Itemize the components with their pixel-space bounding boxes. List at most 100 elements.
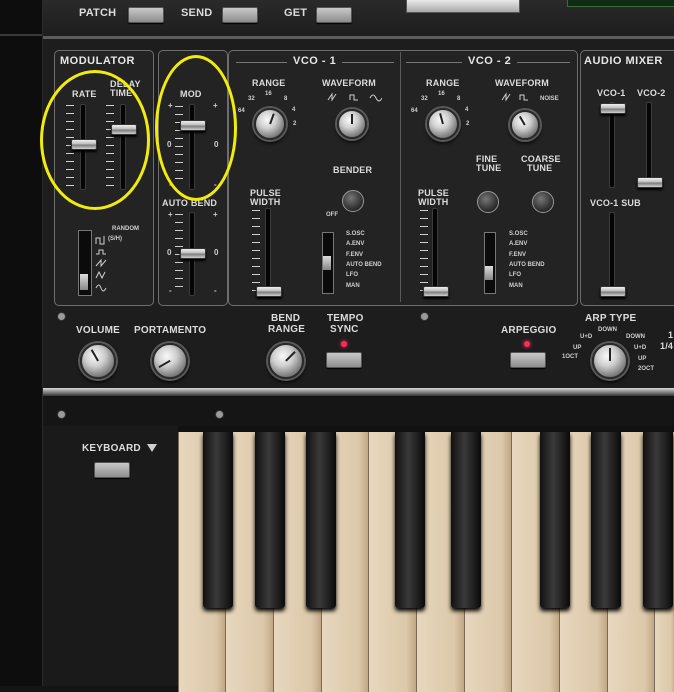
vco2-waveform-knob[interactable] — [510, 110, 540, 140]
autobend-zero-left: 0 — [167, 248, 172, 257]
vco2-noise-label: NOISE — [540, 96, 559, 102]
black-key[interactable] — [591, 432, 621, 608]
mixer-vco2-slider-track[interactable] — [646, 102, 652, 188]
vco2-src-5: MAN — [509, 283, 523, 289]
black-key[interactable] — [643, 432, 673, 608]
section-divider-top — [43, 36, 674, 39]
autobend-plus-left: + — [168, 210, 173, 219]
vco1-range-16: 16 — [265, 91, 272, 97]
send-button[interactable] — [222, 7, 258, 23]
vco2-range-64: 64 — [411, 108, 418, 114]
fine-tune-knob[interactable] — [477, 191, 499, 213]
vco2-waveform-label: WAVEFORM — [495, 78, 549, 88]
mixer-vco2-label: VCO-2 — [637, 88, 666, 98]
mixer-vco1sub-slider-handle[interactable] — [600, 286, 626, 297]
vco2-pw-slider-track[interactable] — [432, 208, 438, 296]
vco1-range-4: 4 — [292, 107, 296, 113]
coarse-tune-label-line2: TUNE — [527, 163, 553, 173]
black-key[interactable] — [306, 432, 336, 608]
arpeggio-led — [524, 341, 530, 347]
panel-screw-1 — [57, 312, 66, 321]
mixer-vco2-slider-handle[interactable] — [637, 177, 663, 188]
vco1-src-0: S.OSC — [346, 231, 365, 237]
bend-range-knob[interactable] — [268, 343, 304, 379]
highlight-ring-modulator — [40, 70, 150, 210]
bend-range-label-line2: RANGE — [268, 324, 306, 335]
arp-opt-2oct: 2OCT — [638, 366, 655, 372]
vco1-pw-label-line2: WIDTH — [250, 197, 281, 207]
left-dark-strip — [0, 0, 43, 686]
chevron-down-icon[interactable] — [147, 444, 157, 452]
edge-label-1: 1 — [668, 330, 674, 340]
vco1-title: VCO - 1 — [287, 55, 343, 67]
vco2-range-32: 32 — [421, 96, 428, 102]
arp-opt-ud-left: U+D — [580, 334, 593, 340]
vco2-source-switch[interactable] — [484, 232, 496, 294]
vco2-range-knob[interactable] — [427, 108, 459, 140]
black-key[interactable] — [540, 432, 570, 608]
mixer-vco1-slider-handle[interactable] — [600, 103, 626, 114]
arp-type-knob[interactable] — [592, 343, 628, 379]
patch-label: PATCH — [79, 7, 117, 19]
bender-off-label: OFF — [326, 212, 338, 218]
logo-plate — [406, 0, 520, 13]
panel-screw-3 — [57, 410, 66, 419]
vco1-src-4: LFO — [346, 272, 358, 278]
divider-rail — [43, 388, 674, 396]
volume-knob[interactable] — [80, 343, 116, 379]
audio-mixer-title: AUDIO MIXER — [584, 55, 663, 67]
arp-opt-down-top: DOWN — [598, 327, 617, 333]
arp-type-label: ARP TYPE — [585, 313, 637, 324]
coarse-tune-knob[interactable] — [532, 191, 554, 213]
arp-opt-1oct: 1OCT — [562, 354, 579, 360]
portamento-knob[interactable] — [152, 343, 188, 379]
vco2-src-0: S.OSC — [509, 231, 528, 237]
black-key[interactable] — [203, 432, 233, 608]
vco2-range-label: RANGE — [426, 78, 460, 88]
tempo-sync-button[interactable] — [326, 352, 362, 368]
get-label: GET — [284, 7, 308, 19]
vco1-range-knob[interactable] — [254, 108, 286, 140]
panel-screw-2 — [420, 312, 429, 321]
tempo-sync-led — [341, 341, 347, 347]
keyboard-label: KEYBOARD — [82, 443, 141, 454]
vco1-pw-slider-handle[interactable] — [256, 286, 282, 297]
random-switch-lever[interactable] — [80, 274, 88, 290]
vco1-range-8: 8 — [284, 96, 288, 102]
vco2-pw-slider-handle[interactable] — [423, 286, 449, 297]
portamento-label: PORTAMENTO — [134, 325, 207, 336]
vco1-waveform-knob[interactable] — [337, 109, 367, 139]
arpeggio-label: ARPEGGIO — [501, 325, 557, 336]
bender-knob[interactable] — [342, 190, 364, 212]
lfo-wave-icons — [95, 236, 107, 292]
patch-button[interactable] — [128, 7, 164, 23]
mixer-vco1sub-slider-track[interactable] — [609, 212, 615, 296]
arpeggio-button[interactable] — [510, 352, 546, 368]
get-button[interactable] — [316, 7, 352, 23]
autobend-slider-handle[interactable] — [180, 248, 206, 259]
highlight-ring-mod — [155, 55, 237, 201]
mixer-vco1-label: VCO-1 — [597, 88, 626, 98]
send-label: SEND — [181, 7, 213, 19]
arp-opt-down-right: DOWN — [626, 334, 645, 340]
bender-label: BENDER — [333, 165, 373, 175]
vco1-range-64: 64 — [238, 108, 245, 114]
vco2-range-4: 4 — [465, 107, 469, 113]
black-key[interactable] — [255, 432, 285, 608]
mixer-vco1-slider-track[interactable] — [609, 102, 615, 188]
vco1-source-lever[interactable] — [323, 256, 331, 270]
keyboard-button[interactable] — [94, 462, 130, 478]
black-key[interactable] — [395, 432, 425, 608]
vco1-pw-slider-track[interactable] — [265, 208, 271, 296]
vco1-range-32: 32 — [248, 96, 255, 102]
tempo-sync-label-line2: SYNC — [330, 324, 359, 335]
vco2-range-16: 16 — [438, 91, 445, 97]
black-key[interactable] — [451, 432, 481, 608]
tempo-sync-label-line1: TEMPO — [327, 313, 364, 324]
vco2-src-3: AUTO BEND — [509, 262, 545, 268]
vco1-src-2: F.ENV — [346, 252, 364, 258]
vco1-range-2: 2 — [293, 121, 297, 127]
vco2-source-lever[interactable] — [485, 266, 493, 280]
fine-tune-label-line2: TUNE — [476, 163, 502, 173]
arp-opt-up-left: UP — [573, 345, 582, 351]
